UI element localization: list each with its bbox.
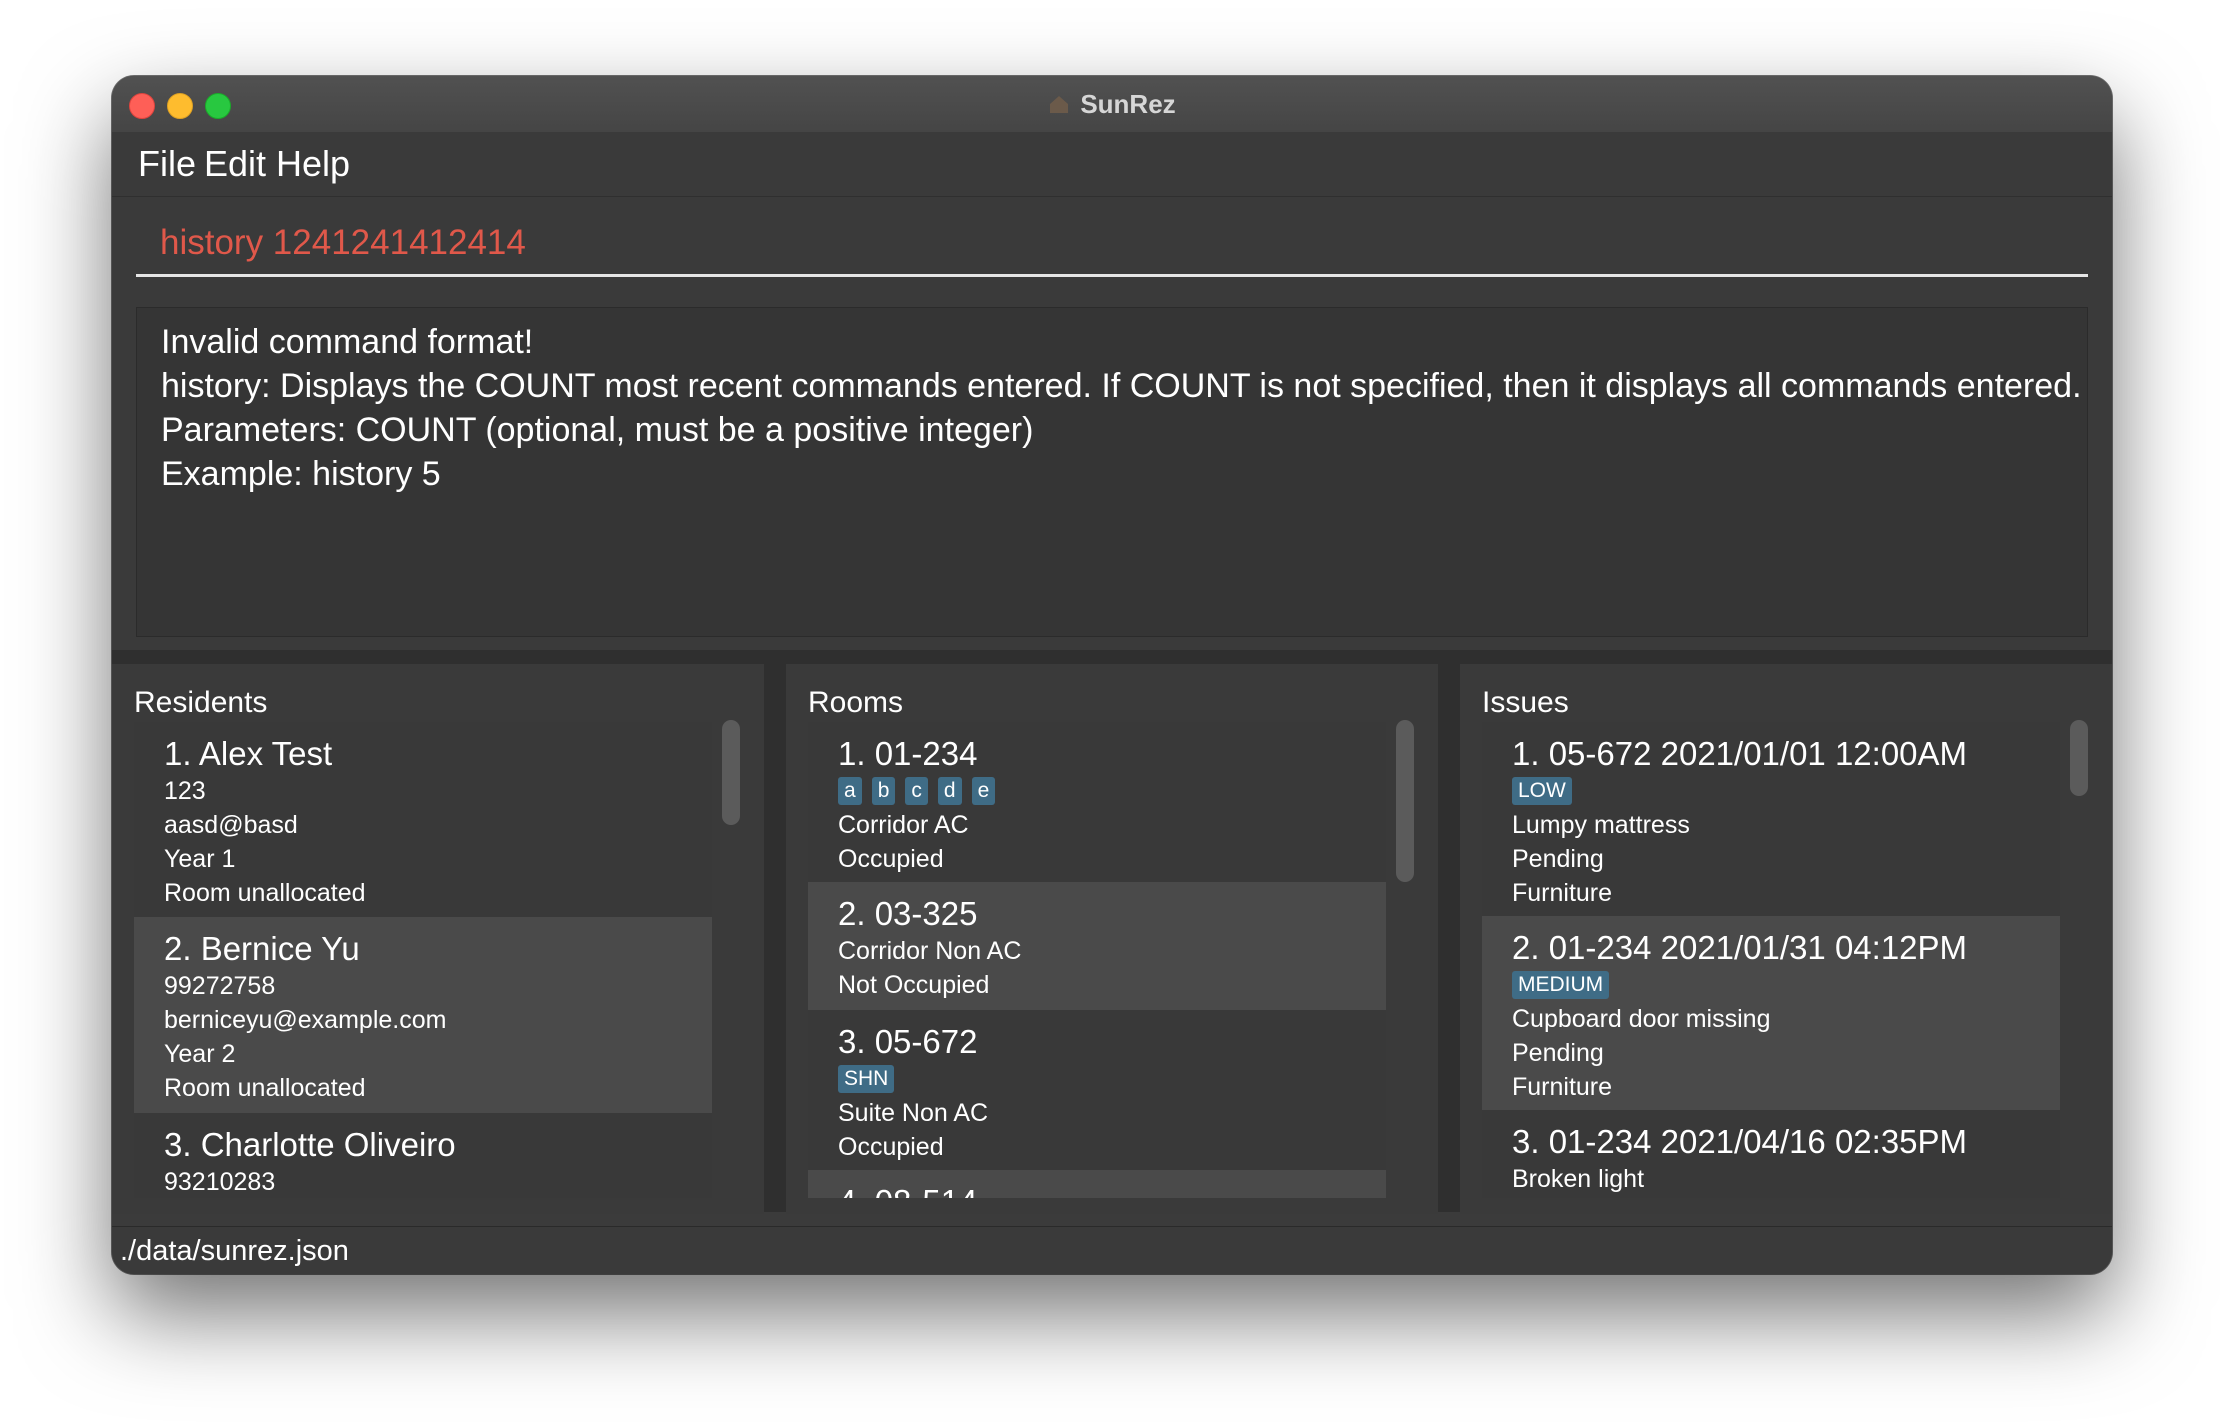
residents-panel: Residents 1. Alex Test 123 aasd@basd Yea… <box>112 664 764 1214</box>
app-window: SunRez File Edit Help Invalid command fo… <box>112 76 2112 1274</box>
room-status: Occupied <box>838 1133 944 1161</box>
issue-description: Cupboard door missing <box>1512 1005 1771 1033</box>
resident-room: Room unallocated <box>164 879 366 907</box>
issue-header: 3. 01-234 2021/04/16 02:35PM <box>1512 1123 1968 1160</box>
issue-urgency-tag: MEDIUM <box>1512 971 1610 999</box>
room-number: 1. 01-234 <box>838 735 978 772</box>
result-line: history: Displays the COUNT most recent … <box>161 367 2082 405</box>
result-line: Example: history 5 <box>161 455 441 493</box>
room-card[interactable]: 2. 03-325 Corridor Non AC Not Occupied <box>808 882 1386 1010</box>
room-tag: d <box>937 777 962 805</box>
command-input[interactable] <box>136 211 2088 277</box>
issue-card[interactable]: 1. 05-672 2021/01/01 12:00AM LOW Lumpy m… <box>1482 722 2060 916</box>
window-title-group: SunRez <box>112 76 2112 132</box>
room-card[interactable]: 1. 01-234 a b c d e Corridor AC Occupied <box>808 722 1386 882</box>
rooms-panel: Rooms 1. 01-234 a b c d e Corridor AC Oc… <box>786 664 1438 1214</box>
panels-container: Residents 1. Alex Test 123 aasd@basd Yea… <box>112 650 2112 1214</box>
room-type: Corridor Non AC <box>838 937 1022 965</box>
room-status: Occupied <box>838 845 944 873</box>
resident-name: 2. Bernice Yu <box>164 930 360 967</box>
resident-room: Room unallocated <box>164 1074 366 1102</box>
issue-tags: MEDIUM <box>1512 968 2060 1002</box>
room-tag: a <box>838 777 862 805</box>
data-file-path: ./data/sunrez.json <box>120 1235 349 1267</box>
resident-name: 1. Alex Test <box>164 735 333 772</box>
room-tag: e <box>971 777 996 805</box>
residents-title: Residents <box>134 686 268 719</box>
issues-scrollbar[interactable] <box>2070 720 2088 1196</box>
resident-card[interactable]: 2. Bernice Yu 99272758 berniceyu@example… <box>134 917 712 1113</box>
room-tag: SHN <box>838 1065 895 1093</box>
issue-header: 2. 01-234 2021/01/31 04:12PM <box>1512 929 1968 966</box>
issue-status: Pending <box>1512 845 1604 873</box>
resident-phone: 123 <box>164 777 206 805</box>
room-tag: b <box>871 777 896 805</box>
issue-description: Broken light <box>1512 1165 1645 1193</box>
residents-list[interactable]: 1. Alex Test 123 aasd@basd Year 1 Room u… <box>134 722 712 1198</box>
house-icon <box>1050 96 1069 113</box>
resident-phone: 99272758 <box>164 972 276 1000</box>
room-card[interactable]: 4. 08-514 <box>808 1170 1386 1198</box>
resident-email: berniceyu@example.com <box>164 1006 447 1034</box>
title-bar: SunRez <box>112 76 2112 133</box>
room-tags: a b c d e <box>838 774 1386 808</box>
room-type: Corridor AC <box>838 811 969 839</box>
room-number: 2. 03-325 <box>838 895 978 932</box>
issue-card[interactable]: 3. 01-234 2021/04/16 02:35PM Broken ligh… <box>1482 1110 2060 1198</box>
residents-scrollbar-thumb[interactable] <box>722 720 740 825</box>
rooms-title: Rooms <box>808 686 904 719</box>
issues-title: Issues <box>1482 686 1569 719</box>
room-status: Not Occupied <box>838 971 990 999</box>
room-type: Suite Non AC <box>838 1099 989 1127</box>
rooms-scrollbar[interactable] <box>1396 720 1414 1196</box>
issue-tags: LOW <box>1512 774 2060 808</box>
issue-category: Furniture <box>1512 879 1613 907</box>
issue-header: 1. 05-672 2021/01/01 12:00AM <box>1512 735 1968 772</box>
room-number: 3. 05-672 <box>838 1023 978 1060</box>
result-display: Invalid command format! history: Display… <box>136 307 2088 637</box>
result-line: Invalid command format! <box>161 323 534 361</box>
issue-category: Furniture <box>1512 1073 1613 1101</box>
resident-card[interactable]: 1. Alex Test 123 aasd@basd Year 1 Room u… <box>134 722 712 917</box>
room-tag: c <box>905 777 928 805</box>
resident-year: Year 1 <box>164 845 236 873</box>
room-tags: SHN <box>838 1062 1386 1096</box>
issue-status: Pending <box>1512 1039 1604 1067</box>
issues-panel: Issues 1. 05-672 2021/01/01 12:00AM LOW … <box>1460 664 2112 1214</box>
issue-urgency-tag: LOW <box>1512 777 1572 805</box>
issues-list[interactable]: 1. 05-672 2021/01/01 12:00AM LOW Lumpy m… <box>1482 722 2060 1198</box>
resident-card[interactable]: 3. Charlotte Oliveiro 93210283 <box>134 1113 712 1198</box>
issue-description: Lumpy mattress <box>1512 811 1690 839</box>
menu-help[interactable]: Help <box>264 142 362 186</box>
window-title: SunRez <box>1080 88 1176 119</box>
resident-phone: 93210283 <box>164 1168 276 1196</box>
status-bar: ./data/sunrez.json <box>112 1226 2112 1274</box>
resident-email: aasd@basd <box>164 811 298 839</box>
room-card[interactable]: 3. 05-672 SHN Suite Non AC Occupied <box>808 1010 1386 1170</box>
result-line: Parameters: COUNT (optional, must be a p… <box>161 411 1034 449</box>
issue-card[interactable]: 2. 01-234 2021/01/31 04:12PM MEDIUM Cupb… <box>1482 916 2060 1110</box>
issues-scrollbar-thumb[interactable] <box>2070 720 2088 796</box>
residents-scrollbar[interactable] <box>722 720 740 1196</box>
rooms-scrollbar-thumb[interactable] <box>1396 720 1414 882</box>
rooms-list[interactable]: 1. 01-234 a b c d e Corridor AC Occupied… <box>808 722 1386 1198</box>
resident-year: Year 2 <box>164 1040 236 1068</box>
command-box <box>112 197 2112 289</box>
menu-bar: File Edit Help <box>112 132 2112 197</box>
room-number: 4. 08-514 <box>838 1182 1386 1198</box>
resident-name: 3. Charlotte Oliveiro <box>164 1126 456 1163</box>
